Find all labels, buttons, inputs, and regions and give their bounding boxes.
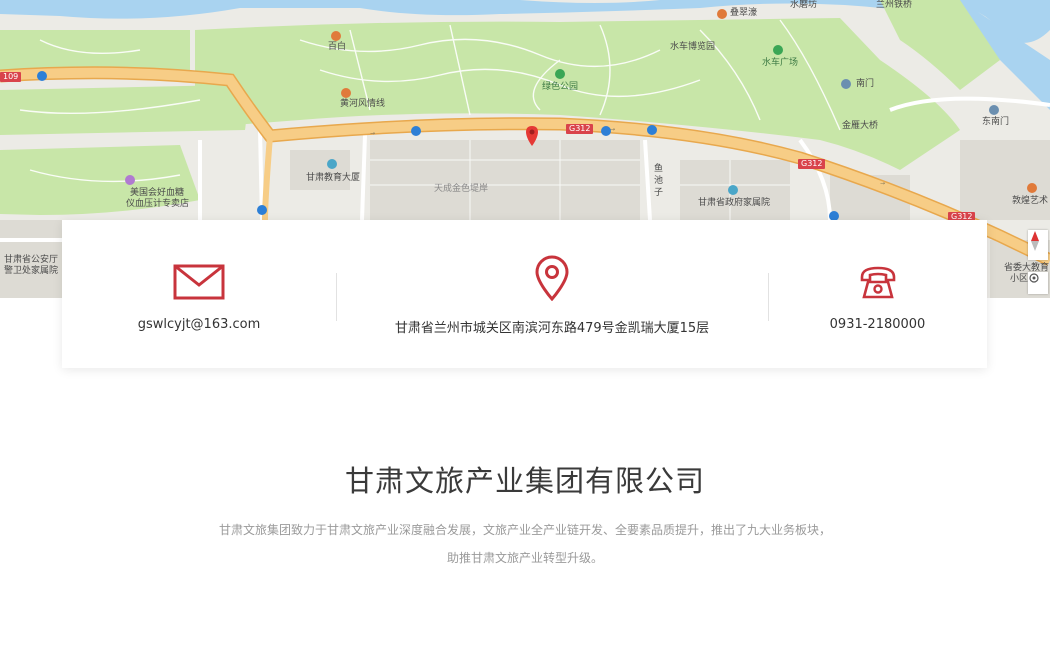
- map-label: 兰州铁桥: [876, 0, 913, 10]
- map-label: 警卫处家属院: [4, 266, 59, 276]
- map-label: 水车广场: [762, 58, 799, 68]
- map-label: 美国会好血糖: [130, 188, 185, 198]
- map-label: 甘肃省公安厅: [4, 255, 59, 265]
- contact-address: 甘肃省兰州市城关区南滨河东路479号金凯瑞大厦15层: [336, 220, 768, 368]
- svg-text:→: →: [370, 130, 375, 137]
- map-label: 池: [654, 176, 664, 186]
- envelope-icon: [173, 264, 225, 300]
- company-description: 甘肃文旅集团致力于甘肃文旅产业深度融合发展，文旅产业全产业链开发、全要素品质提升…: [218, 523, 831, 537]
- telephone-icon: [860, 266, 895, 299]
- map-label: 仪血压计专卖店: [126, 199, 190, 209]
- map-label: 南门: [856, 79, 875, 89]
- compass-icon[interactable]: [1028, 230, 1048, 260]
- map-label: 小区: [1010, 274, 1029, 284]
- phone-text: 0931-2180000: [829, 317, 926, 332]
- map-label: 甘肃省政府家属院: [698, 198, 771, 208]
- company-description: 助推甘肃文旅产业转型升级。: [446, 551, 603, 565]
- road-tag: G312: [566, 124, 594, 134]
- location-pin-icon: [535, 255, 569, 301]
- map-label: 绿色公园: [542, 82, 579, 92]
- map-label: 天成金色堤岸: [434, 184, 489, 194]
- email-text: gswlcyjt@163.com: [137, 317, 261, 332]
- address-text: 甘肃省兰州市城关区南滨河东路479号金凯瑞大厦15层: [394, 321, 710, 336]
- contact-email[interactable]: gswlcyjt@163.com: [62, 220, 336, 368]
- map-label: 黄河风情线: [340, 99, 386, 109]
- map-label: 鱼: [654, 164, 664, 174]
- company-title: 甘肃文旅产业集团有限公司: [344, 464, 705, 498]
- map-label: 水车博览园: [670, 42, 716, 52]
- map-label: 金雁大桥: [842, 121, 879, 131]
- locate-icon[interactable]: [1028, 272, 1048, 294]
- svg-text:→: →: [880, 180, 885, 187]
- map-label: 甘肃教育大厦: [306, 173, 361, 183]
- road-tag: G312: [798, 159, 826, 169]
- map-label: 敦煌艺术: [1012, 196, 1049, 206]
- road-tag: 109: [0, 72, 22, 82]
- map-label: 子: [654, 188, 664, 198]
- map-label: 叠翠濠: [730, 8, 758, 18]
- map-label: 百白: [328, 42, 347, 52]
- map-label: 东南门: [982, 117, 1010, 127]
- contact-phone[interactable]: 0931-2180000: [768, 220, 987, 368]
- map-label: 水磨坊: [790, 0, 818, 10]
- contact-card: gswlcyjt@163.com 甘肃省兰州市城关区南滨河东路479号金凯瑞大厦…: [62, 220, 987, 368]
